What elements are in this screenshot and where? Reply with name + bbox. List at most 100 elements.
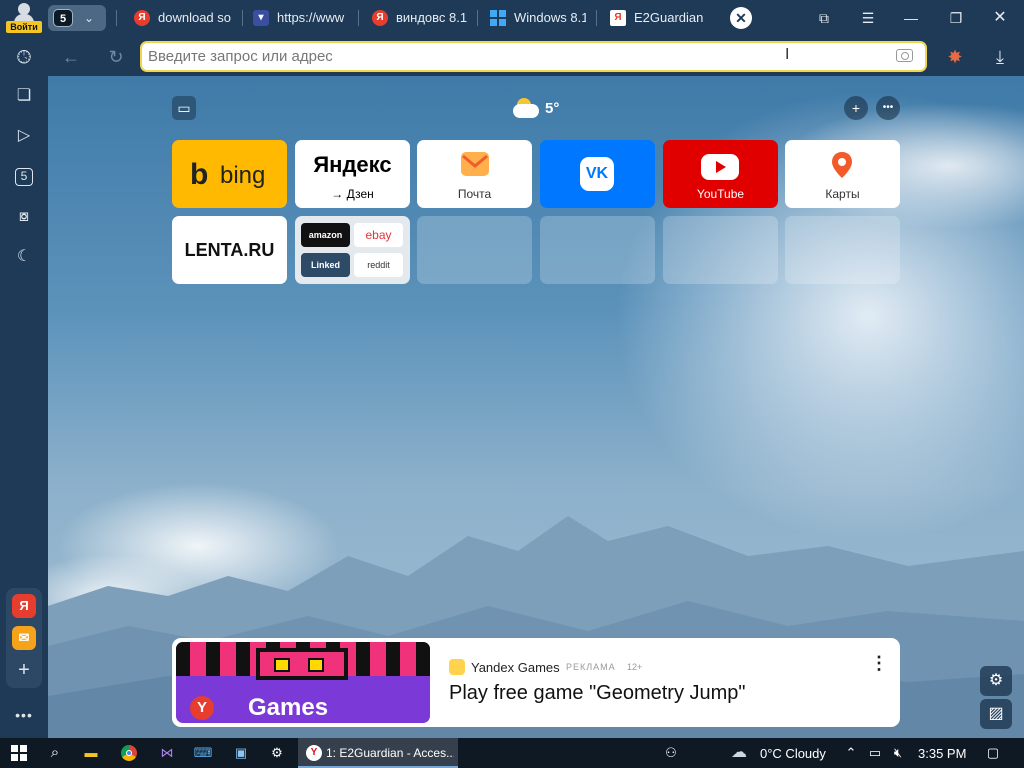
restore-icon[interactable]: ❐ (943, 5, 969, 31)
extension-icon[interactable]: ✸ (942, 44, 968, 70)
ad-label: РЕКЛАМА (566, 662, 616, 672)
keyboard-icon[interactable]: ⌨ (192, 742, 214, 764)
camera-search-icon[interactable] (896, 49, 913, 62)
tab-3[interactable]: Я виндовс 8.1 (372, 5, 468, 31)
night-mode-icon[interactable]: ☾ (11, 244, 37, 270)
tile-folder[interactable]: amazon ebay Linked reddit (295, 216, 410, 284)
tile-youtube-caption: YouTube (696, 187, 745, 201)
more-options-icon[interactable]: ••• (876, 96, 900, 120)
tile-lenta[interactable]: LENTA.RU (172, 216, 287, 284)
network-icon[interactable]: ▭ (864, 742, 886, 764)
tile-bing-label: bing (220, 162, 266, 189)
tile-empty[interactable] (785, 216, 900, 284)
folder-item-reddit: reddit (354, 253, 403, 277)
chrome-icon[interactable] (118, 742, 140, 764)
tile-yandex[interactable]: Яндекс → Дзен (295, 140, 410, 208)
bing-logo-icon: b (190, 158, 209, 191)
more-icon[interactable]: ••• (11, 702, 37, 728)
tab-2[interactable]: ▾ https://www (253, 5, 349, 31)
back-icon[interactable]: ← (58, 44, 84, 70)
visual-studio-icon[interactable]: ⋈ (156, 742, 178, 764)
notifications-icon[interactable]: ▢ (982, 742, 1004, 764)
yandex-app-icon[interactable]: Я (12, 594, 36, 618)
volume-muted-icon[interactable]: 🔇︎ (887, 742, 909, 764)
tile-empty[interactable] (540, 216, 655, 284)
tab-group-button[interactable]: 5 ⌄ (48, 5, 106, 31)
taskbar-window-title: 1: E2Guardian - Acces... (326, 746, 454, 760)
gallery-icon[interactable]: ▨ (980, 699, 1012, 729)
ad-age-rating: 12+ (627, 662, 643, 672)
tile-pochta-caption: Почта (457, 187, 492, 201)
tab-4[interactable]: Windows 8.1 (490, 5, 586, 31)
text-cursor-icon: I (785, 46, 790, 63)
weather-temperature: 5° (545, 100, 560, 117)
mail-icon (461, 152, 489, 176)
yandex-doc-icon: Я (610, 10, 626, 26)
counter-icon[interactable]: 5 (11, 163, 37, 189)
taskbar-clock[interactable]: 3:35 PM (918, 746, 966, 761)
folder-item-ebay: ebay (354, 223, 403, 247)
tile-yandex-label: Яндекс (313, 152, 392, 177)
taskbar-active-window[interactable]: Y 1: E2Guardian - Acces... (298, 738, 458, 768)
shield-icon: ▾ (253, 10, 269, 26)
map-pin-icon (832, 152, 852, 178)
tab-separator (242, 10, 243, 26)
tab-count-badge: 5 (53, 9, 73, 27)
ad-more-icon[interactable]: ⋮ (870, 652, 888, 674)
tile-youtube[interactable]: YouTube (663, 140, 778, 208)
people-icon[interactable]: ⚇ (660, 742, 682, 764)
play-icon[interactable]: ▷ (11, 123, 37, 149)
windows-start-icon[interactable] (8, 742, 30, 764)
tile-pochta[interactable]: Почта (417, 140, 532, 208)
taskbar-weather[interactable]: 0°C Cloudy (760, 746, 826, 761)
yandex-icon: Я (372, 10, 388, 26)
mail-app-icon[interactable]: ✉ (12, 626, 36, 650)
tabs-panel-icon[interactable]: ▭ (172, 96, 196, 120)
reload-icon[interactable]: ↻ (103, 44, 129, 70)
folder-item-linkedin: Linked (301, 253, 350, 277)
close-tab-icon[interactable]: ✕ (730, 7, 752, 29)
screenshot-icon[interactable]: ⧇ (11, 204, 37, 230)
tile-empty[interactable] (417, 216, 532, 284)
close-window-icon[interactable]: ✕ (987, 5, 1013, 31)
tile-empty[interactable] (663, 216, 778, 284)
taskbar: ⌕ ▬ ⋈ ⌨ ▣ ⚙ Y 1: E2Guardian - Acces... ⚇… (0, 738, 1024, 768)
tab-separator (596, 10, 597, 26)
add-app-icon[interactable]: + (12, 658, 36, 682)
control-panel-icon[interactable]: ▣ (230, 742, 252, 764)
chevron-up-icon[interactable]: ⌃ (840, 742, 862, 764)
title-bar: Войти 5 ⌄ Я download so ▾ https://www Я … (0, 0, 1024, 37)
youtube-play-icon (701, 154, 739, 180)
tile-karty[interactable]: Карты (785, 140, 900, 208)
minimize-icon[interactable]: — (898, 5, 924, 31)
chevron-down-icon: ⌄ (84, 11, 95, 25)
address-input[interactable] (148, 47, 878, 66)
cloudy-weather-icon: ☁ (731, 744, 747, 761)
menu-icon[interactable]: ☰ (855, 5, 881, 31)
tab-5-active[interactable]: Я E2Guardian (610, 5, 710, 31)
ad-character (256, 648, 348, 680)
tile-yandex-caption: → Дзен (331, 187, 374, 201)
tile-bing[interactable]: b bing (172, 140, 287, 208)
add-tile-icon[interactable]: + (844, 96, 868, 120)
ad-title[interactable]: Play free game "Geometry Jump" (449, 682, 746, 705)
navigation-bar: 🕓︎ ← ↻ I ✸ ⤓ (0, 37, 1024, 76)
vk-logo-icon: VK (580, 157, 614, 191)
bookmarks-icon[interactable]: ⧉ (811, 5, 837, 31)
file-explorer-icon[interactable]: ▬ (80, 742, 102, 764)
address-bar[interactable]: I (140, 41, 927, 72)
tab-1[interactable]: Я download so (134, 5, 234, 31)
yandex-icon: Я (134, 10, 150, 26)
ad-image-caption: Games (248, 694, 329, 721)
history-icon[interactable]: 🕓︎ (11, 44, 37, 70)
tile-vk[interactable]: VK (540, 140, 655, 208)
login-label: Войти (6, 21, 42, 33)
collections-icon[interactable]: ❏ (11, 83, 37, 109)
settings-icon[interactable]: ⚙ (266, 742, 288, 764)
ad-card[interactable]: Y Games Yandex Games РЕКЛАМА 12+ Play fr… (172, 638, 900, 727)
settings-gear-icon[interactable]: ⚙ (980, 666, 1012, 696)
search-icon[interactable]: ⌕ (44, 742, 66, 764)
downloads-icon[interactable]: ⤓ (987, 44, 1013, 70)
yandex-browser-icon: Y (306, 745, 322, 761)
profile-button[interactable]: Войти (6, 3, 42, 33)
